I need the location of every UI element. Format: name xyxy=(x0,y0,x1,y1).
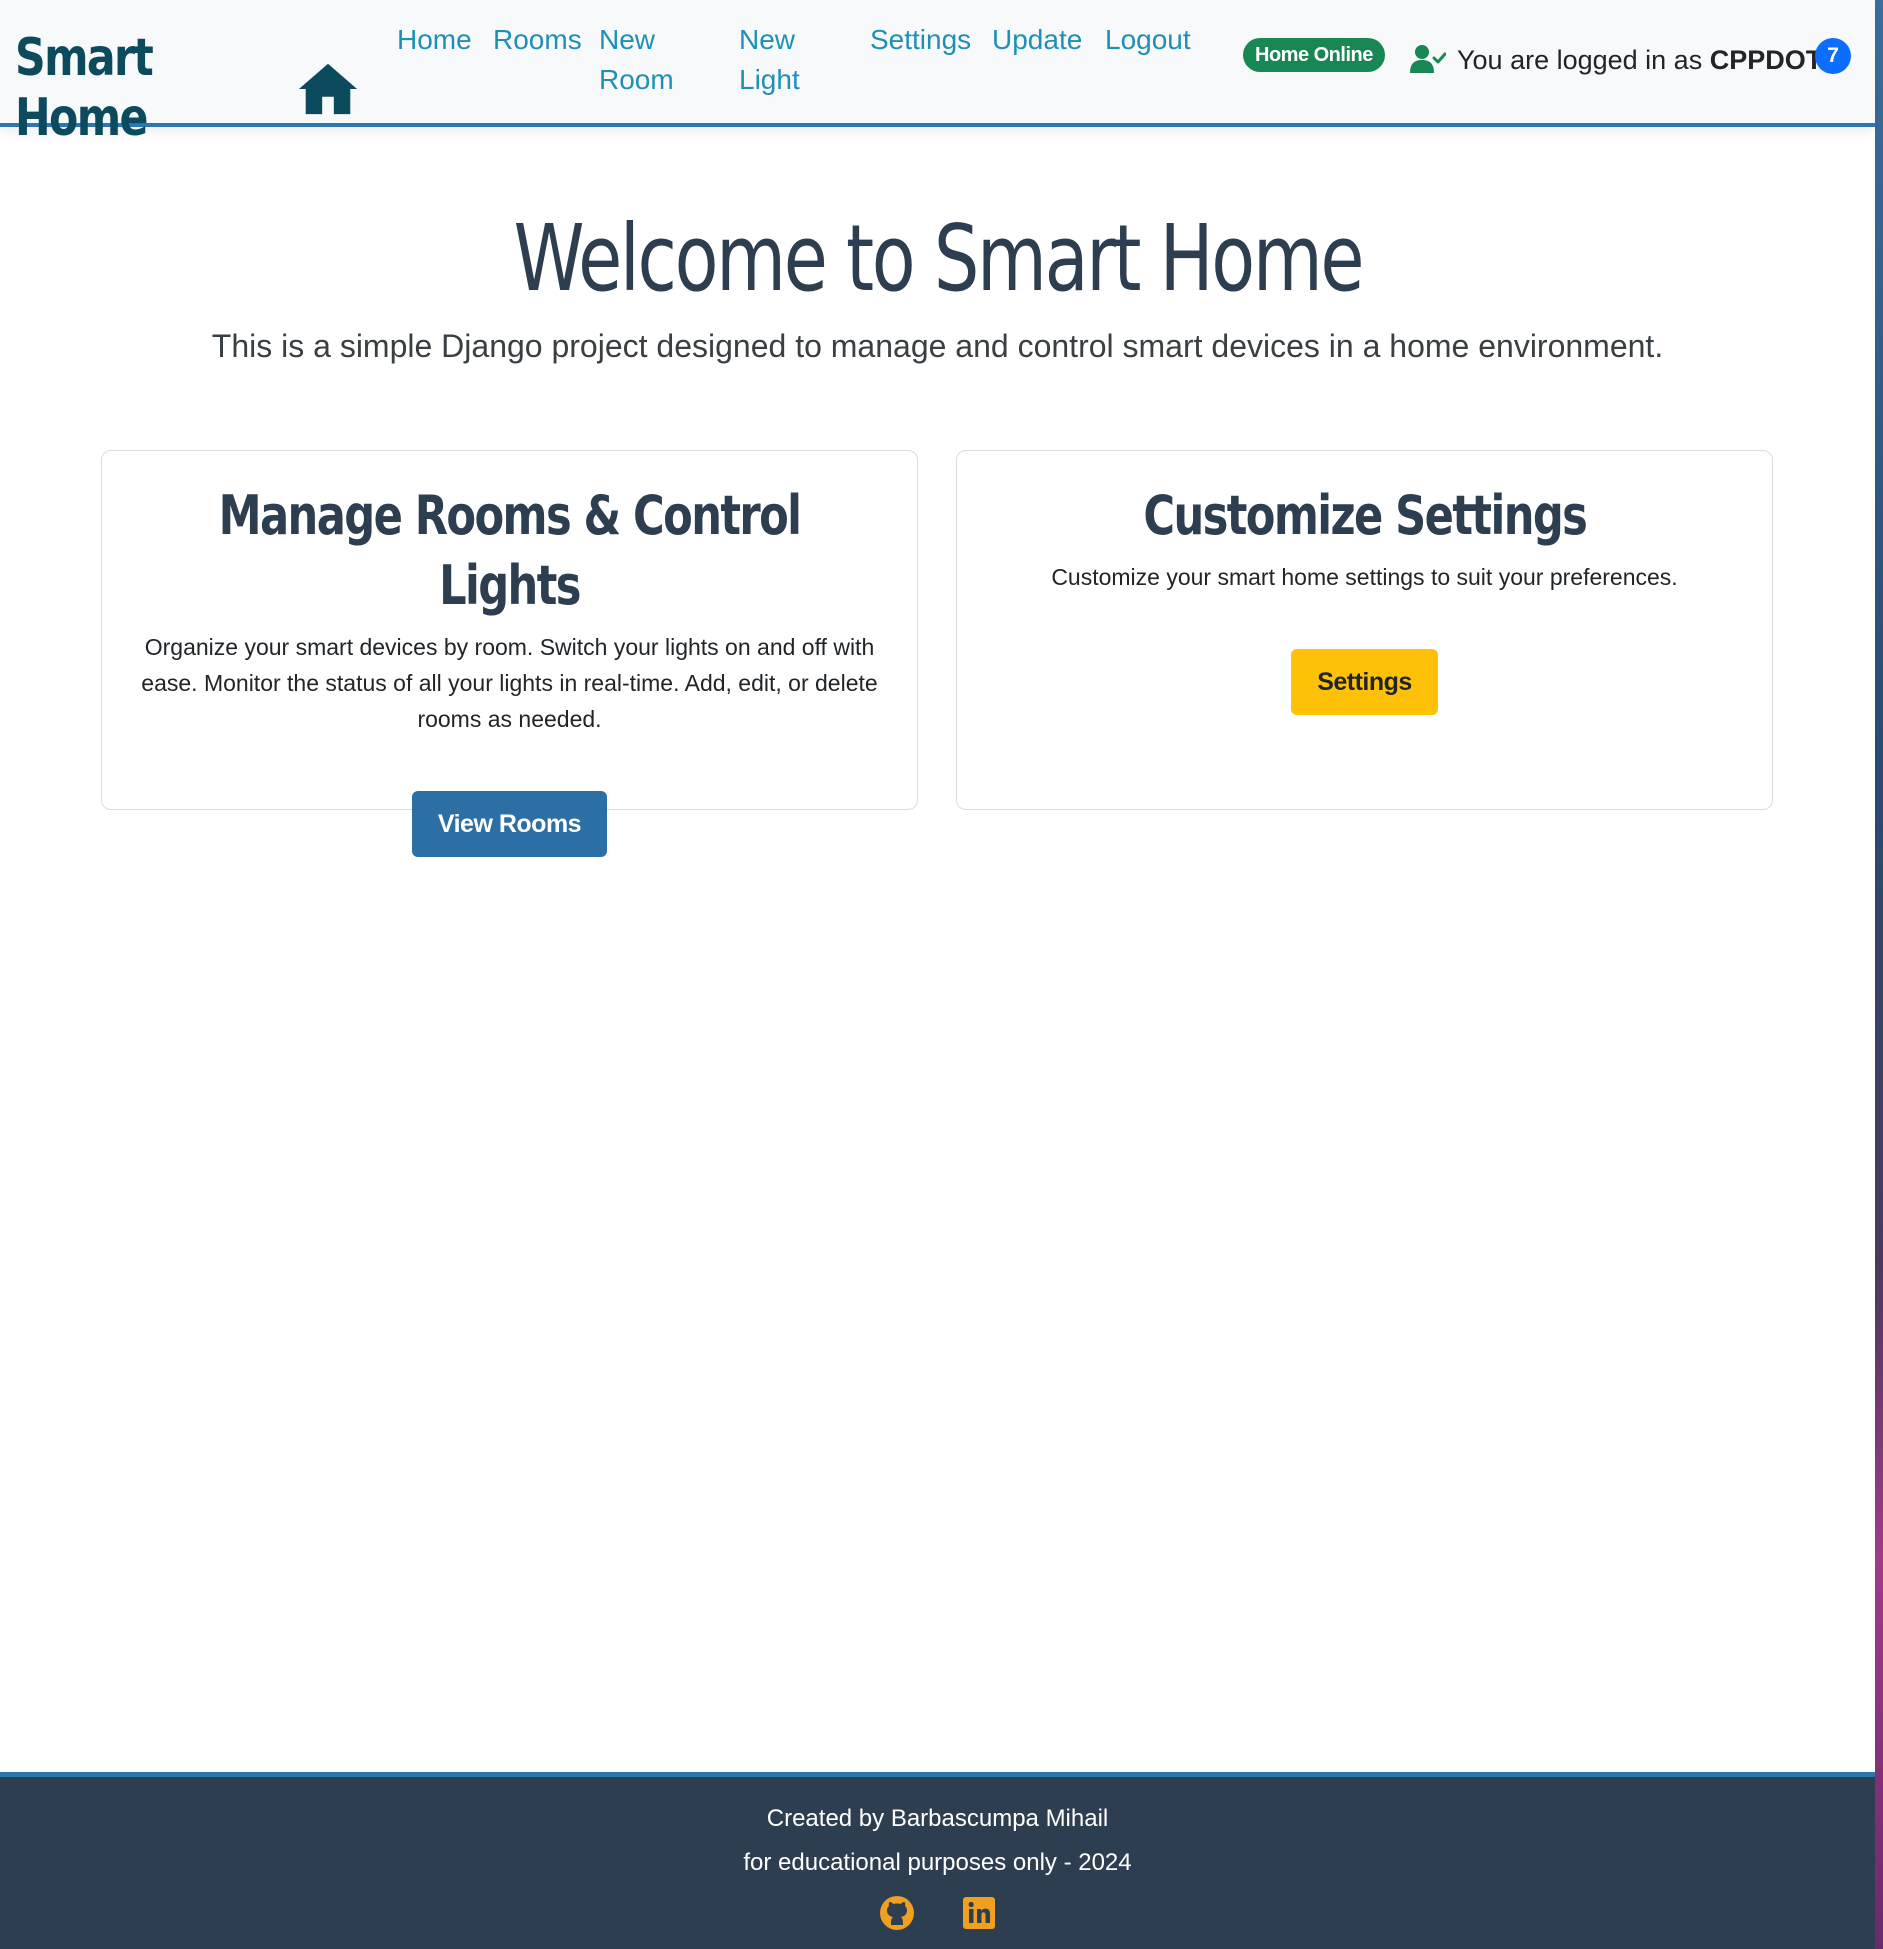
settings-card-title: Customize Settings xyxy=(957,481,1772,551)
nav-home[interactable]: Home xyxy=(397,20,472,60)
rooms-card-text: Organize your smart devices by room. Swi… xyxy=(141,634,878,732)
page-title: Welcome to Smart Home xyxy=(0,205,1875,312)
status-badge: Home Online xyxy=(1243,38,1385,72)
nav-settings[interactable]: Settings xyxy=(870,20,971,60)
rooms-card-title: Manage Rooms & Control Lights xyxy=(102,481,917,621)
page: Smart Home Home Rooms New Room New Light… xyxy=(0,0,1875,1949)
nav-update[interactable]: Update xyxy=(992,20,1082,60)
nav-new-light-line2: Light xyxy=(739,64,800,95)
settings-card-title-text: Customize Settings xyxy=(1143,484,1588,547)
footer-social-links xyxy=(0,1895,1875,1931)
house-icon xyxy=(298,63,358,115)
logged-in-prefix: You are logged in as xyxy=(1457,45,1703,75)
nav-logout[interactable]: Logout xyxy=(1105,20,1191,60)
nav-rooms[interactable]: Rooms xyxy=(493,20,582,60)
nav-new-room[interactable]: New Room xyxy=(599,20,674,100)
logged-in-text: You are logged in as CPPDOTH xyxy=(1457,42,1842,78)
notification-badge[interactable]: 7 xyxy=(1815,38,1851,74)
settings-button[interactable]: Settings xyxy=(1291,649,1438,715)
footer: Created by Barbascumpa Mihail for educat… xyxy=(0,1772,1875,1949)
rooms-card: Manage Rooms & Control Lights Organize y… xyxy=(101,450,918,857)
linkedin-icon[interactable] xyxy=(961,1895,997,1931)
nav-new-light[interactable]: New Light xyxy=(739,20,800,100)
rooms-card-title-text: Manage Rooms & Control Lights xyxy=(218,484,802,617)
footer-note: for educational purposes only - 2024 xyxy=(743,1849,1132,1876)
settings-card-text: Customize your smart home settings to su… xyxy=(1051,564,1678,590)
page-subtitle: This is a simple Django project designed… xyxy=(211,328,1664,364)
footer-credit: Created by Barbascumpa Mihail xyxy=(766,1805,1109,1832)
nav-new-room-line2: Room xyxy=(599,64,674,95)
nav-new-room-line1: New xyxy=(599,24,656,55)
desktop-wallpaper-strip xyxy=(1875,0,1883,1949)
nav-new-light-line1: New xyxy=(739,24,796,55)
brand[interactable]: Smart Home xyxy=(15,28,359,148)
page-title-text: Welcome to Smart Home xyxy=(513,205,1364,312)
brand-title: Smart Home xyxy=(15,28,154,148)
github-icon[interactable] xyxy=(879,1895,915,1931)
user-check-icon xyxy=(1410,45,1446,73)
view-rooms-button[interactable]: View Rooms xyxy=(411,791,608,857)
navbar: Smart Home Home Rooms New Room New Light… xyxy=(0,0,1875,148)
settings-card: Customize Settings Customize your smart … xyxy=(956,450,1773,810)
